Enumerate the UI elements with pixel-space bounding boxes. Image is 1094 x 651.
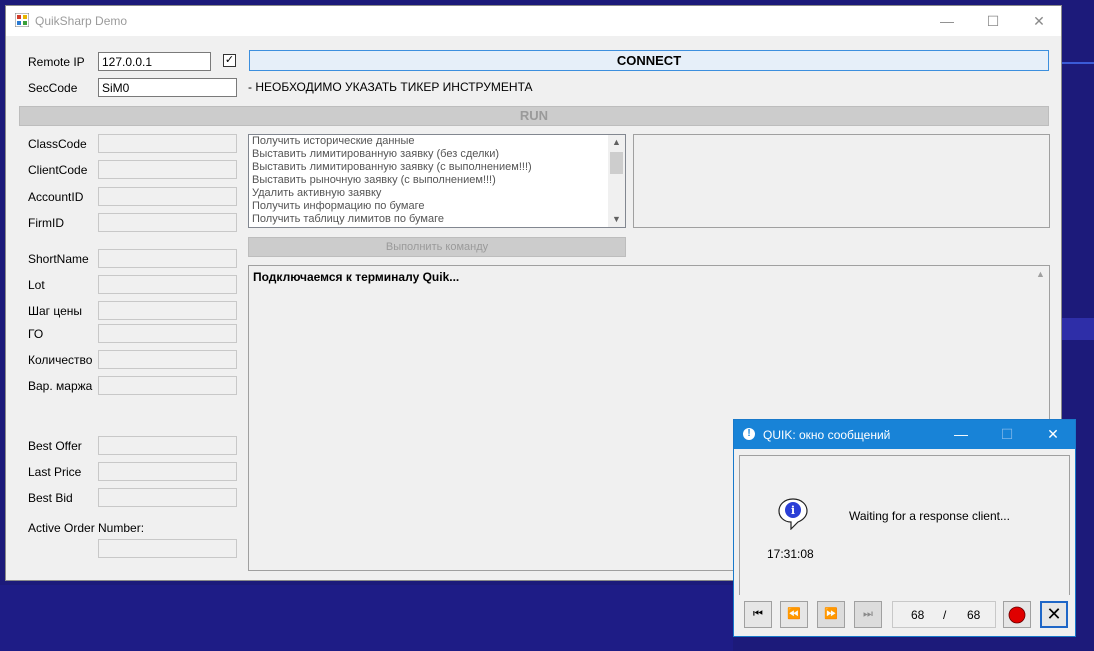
quantity-label: Количество [28, 353, 93, 367]
shortname-field[interactable] [98, 249, 237, 268]
var-margin-label: Вар. маржа [28, 379, 93, 393]
desktop-decoration [1062, 318, 1094, 340]
list-item[interactable]: Получить исторические данные [249, 135, 625, 148]
list-item[interactable]: Получить информацию по бумаге [249, 200, 625, 213]
quik-minimize-button[interactable]: — [938, 420, 984, 449]
ticker-notice: - НЕОБХОДИМО УКАЗАТЬ ТИКЕР ИНСТРУМЕНТА [248, 80, 533, 94]
accountid-field[interactable] [98, 187, 237, 206]
command-list[interactable]: Получить исторические данные Выставить л… [248, 134, 626, 228]
quik-message: Waiting for a response client... [849, 509, 1010, 523]
info-glyph: i [791, 504, 795, 517]
remote-ip-label: Remote IP [28, 55, 85, 69]
window-title: QuikSharp Demo [35, 14, 128, 28]
clientcode-label: ClientCode [28, 163, 88, 177]
best-offer-label: Best Offer [28, 439, 82, 453]
quik-time: 17:31:08 [767, 547, 814, 561]
title-bar: QuikSharp Demo — ☐ ✕ [6, 6, 1061, 36]
desktop-decoration [1062, 62, 1094, 64]
last-price-field[interactable] [98, 462, 237, 481]
classcode-field[interactable] [98, 134, 237, 153]
lot-field[interactable] [98, 275, 237, 294]
price-step-field[interactable] [98, 301, 237, 320]
current-message-number: 68 [911, 608, 925, 622]
firmid-field[interactable] [98, 213, 237, 232]
best-offer-field[interactable] [98, 436, 237, 455]
connect-button[interactable]: CONNECT [249, 50, 1049, 71]
record-button[interactable] [1003, 601, 1031, 628]
accountid-label: AccountID [28, 190, 84, 204]
connect-checkbox[interactable]: ✓ [223, 54, 236, 67]
classcode-label: ClassCode [28, 137, 87, 151]
quik-title-bar: ! QUIK: окно сообщений — ☐ ✕ [734, 420, 1075, 449]
best-bid-label: Best Bid [28, 491, 73, 505]
list-item[interactable]: Получить таблицу лимитов по бумаге [249, 213, 625, 226]
quik-maximize-button[interactable]: ☐ [984, 420, 1030, 449]
last-price-label: Last Price [28, 465, 82, 479]
maximize-button[interactable]: ☐ [970, 6, 1016, 36]
close-button[interactable]: ✕ [1016, 6, 1062, 36]
last-message-icon[interactable]: ⏭ [854, 601, 882, 628]
active-order-label: Active Order Number: [28, 521, 145, 535]
prev-message-icon[interactable]: ⏪ [780, 601, 808, 628]
list-item[interactable]: Выставить лимитированную заявку (без сде… [249, 148, 625, 161]
log-text: Подключаемся к терминалу Quik... [253, 270, 460, 284]
best-bid-field[interactable] [98, 488, 237, 507]
list-item[interactable]: Выставить лимитированную заявку (с выпол… [249, 161, 625, 174]
list-item[interactable]: Удалить активную заявку [249, 187, 625, 200]
alert-icon: ! [743, 428, 755, 440]
lot-label: Lot [28, 278, 45, 292]
info-icon: i [778, 498, 808, 530]
dismiss-button[interactable]: ✕ [1040, 601, 1068, 628]
first-message-icon[interactable]: ⏮ [744, 601, 772, 628]
firmid-label: FirmID [28, 216, 64, 230]
seccode-input[interactable]: SiM0 [98, 78, 237, 97]
clientcode-field[interactable] [98, 160, 237, 179]
list-item[interactable]: Выставить рыночную заявку (с выполнением… [249, 174, 625, 187]
go-label: ГО [28, 327, 44, 341]
next-message-icon[interactable]: ⏩ [817, 601, 845, 628]
minimize-button[interactable]: — [924, 6, 970, 36]
scroll-down-icon[interactable]: ▼ [608, 212, 625, 227]
info-panel [633, 134, 1050, 228]
app-icon [15, 13, 29, 27]
scroll-up-icon[interactable]: ▲ [1032, 266, 1049, 283]
quik-title: QUIK: окно сообщений [763, 428, 891, 442]
active-order-field[interactable] [98, 539, 237, 558]
go-field[interactable] [98, 324, 237, 343]
record-icon [1008, 606, 1026, 624]
scroll-up-icon[interactable]: ▲ [608, 135, 625, 150]
price-step-label: Шаг цены [28, 304, 83, 318]
total-message-count: 68 [967, 608, 981, 622]
message-counter: 68 / 68 [892, 601, 996, 628]
shortname-label: ShortName [28, 252, 89, 266]
list-scrollbar[interactable]: ▲ ▼ [608, 135, 625, 227]
run-button[interactable]: RUN [19, 106, 1049, 126]
desktop-decoration [0, 585, 733, 651]
quik-close-button[interactable]: ✕ [1030, 420, 1076, 449]
execute-command-button[interactable]: Выполнить команду [248, 237, 626, 257]
seccode-label: SecCode [28, 81, 78, 95]
counter-separator: / [943, 608, 947, 622]
quantity-field[interactable] [98, 350, 237, 369]
scroll-thumb[interactable] [610, 152, 623, 174]
remote-ip-input[interactable]: 127.0.0.1 [98, 52, 211, 71]
quik-message-window: ! QUIK: окно сообщений — ☐ ✕ i Waiting f… [733, 419, 1076, 637]
var-margin-field[interactable] [98, 376, 237, 395]
